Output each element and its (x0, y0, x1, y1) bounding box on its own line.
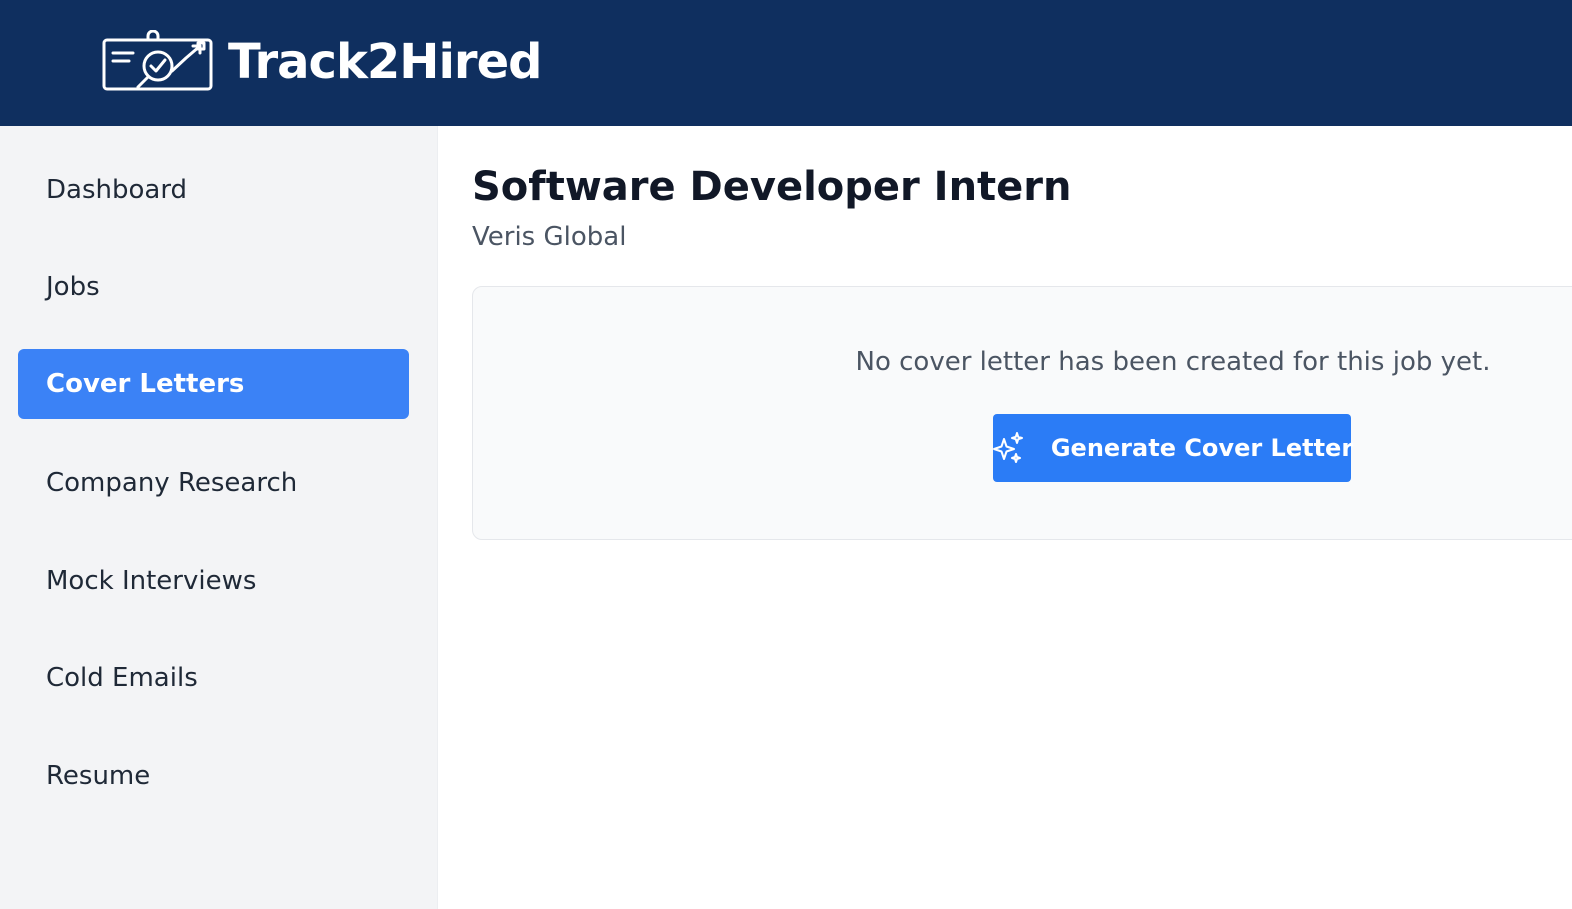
sidebar-item-mock-interviews[interactable]: Mock Interviews (18, 546, 409, 616)
sidebar-item-cover-letters[interactable]: Cover Letters (18, 349, 409, 419)
sidebar-item-company-research[interactable]: Company Research (18, 448, 409, 518)
sidebar-item-jobs[interactable]: Jobs (18, 252, 409, 322)
empty-state-message: No cover letter has been created for thi… (855, 347, 1491, 377)
company-name: Veris Global (472, 222, 627, 252)
cover-letter-empty-state: No cover letter has been created for thi… (472, 286, 1572, 540)
id-card-check-icon (102, 30, 214, 94)
sidebar: Dashboard Jobs Cover Letters Company Res… (0, 126, 438, 909)
sidebar-item-cold-emails[interactable]: Cold Emails (18, 643, 409, 713)
generate-cover-letter-button[interactable]: Generate Cover Letter (991, 414, 1354, 482)
app-logo-link[interactable]: Track2Hired (102, 30, 543, 94)
generate-cover-letter-label: Generate Cover Letter (1050, 434, 1354, 462)
sidebar-item-resume[interactable]: Resume (18, 741, 409, 811)
app-name: Track2Hired (228, 34, 543, 90)
top-header: Track2Hired (0, 0, 1572, 126)
main-content: Software Developer Intern Veris Global N… (472, 126, 1572, 909)
job-title: Software Developer Intern (472, 164, 1072, 210)
sidebar-item-dashboard[interactable]: Dashboard (18, 155, 409, 225)
sparkles-icon (991, 431, 1051, 465)
